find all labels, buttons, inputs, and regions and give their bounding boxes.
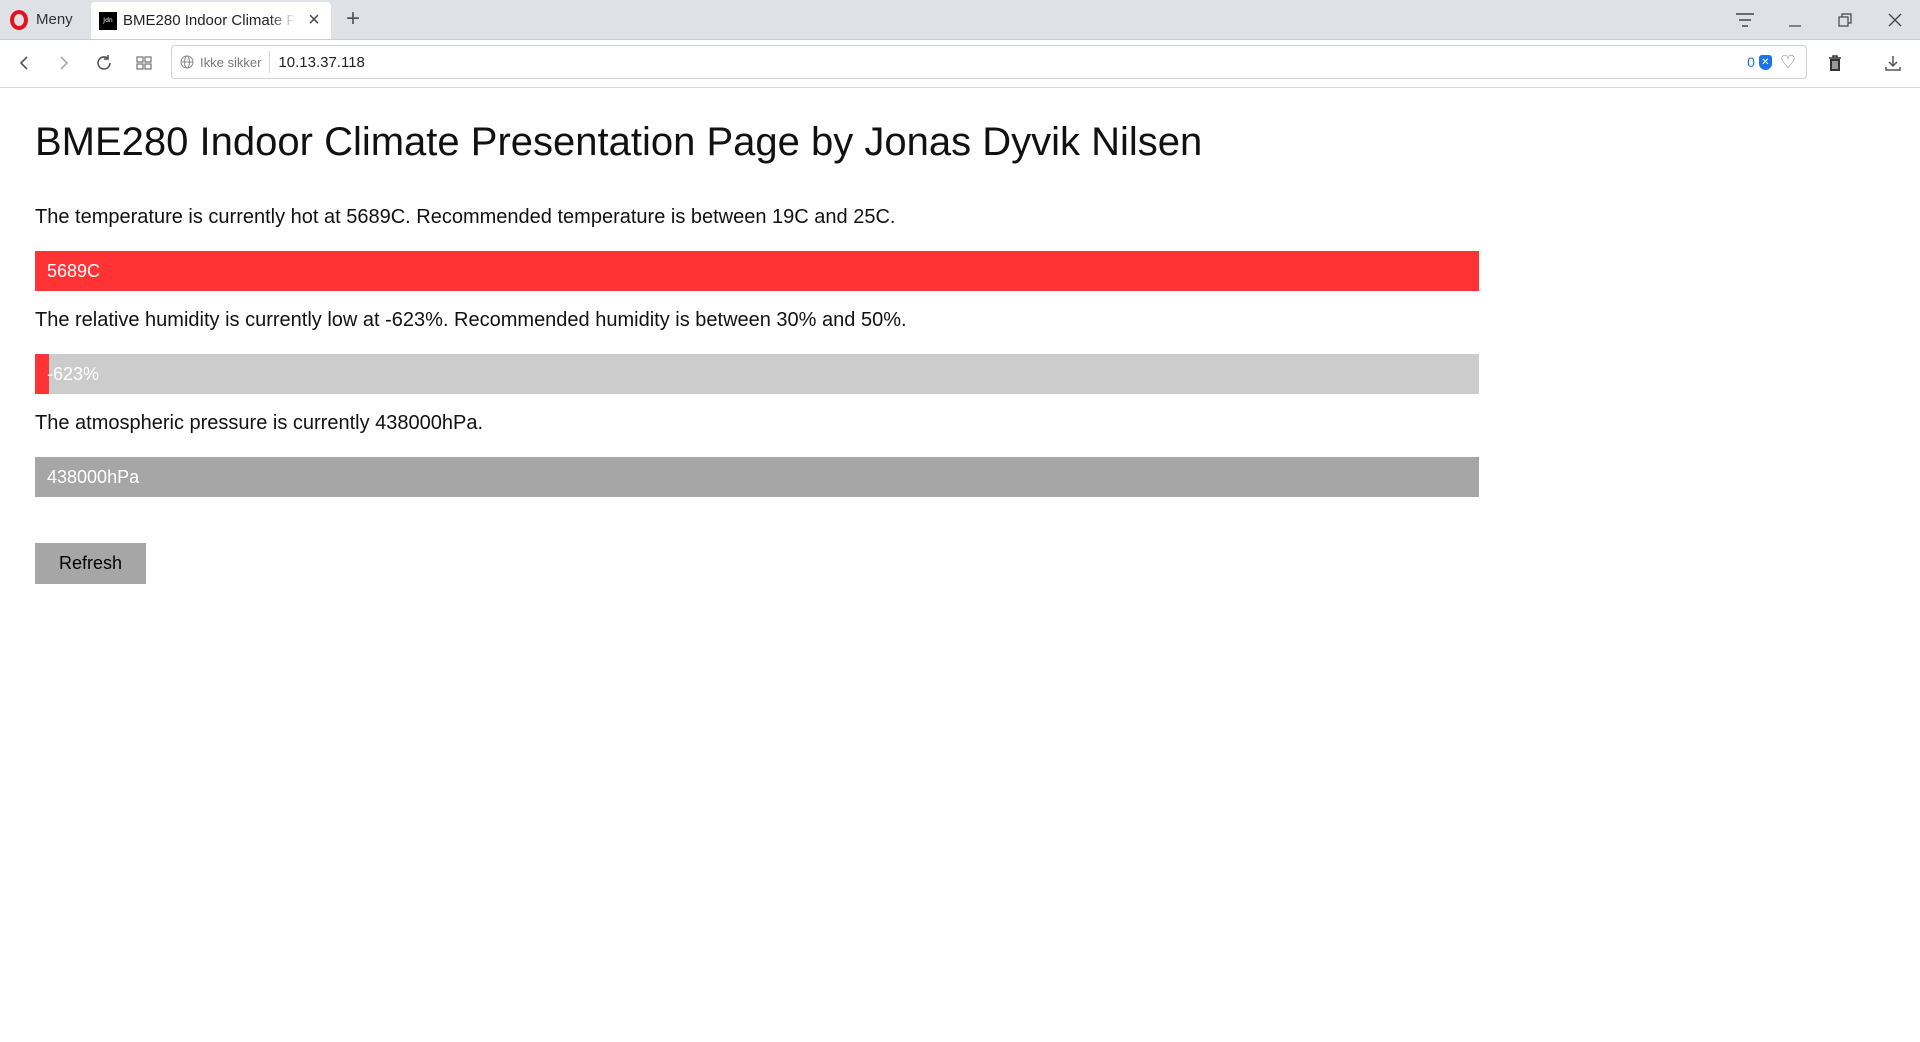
opera-menu-button[interactable]: Meny (0, 0, 90, 39)
tab-active[interactable]: Jdn BME280 Indoor Climate Presentation P… (91, 2, 331, 39)
new-tab-icon[interactable]: + (340, 5, 366, 32)
temperature-bar-fill (35, 251, 1479, 291)
adblock-shield-icon: ✕ (1758, 54, 1772, 70)
menu-label: Meny (36, 11, 73, 28)
pressure-bar: 438000hPa (35, 457, 1479, 497)
humidity-text: The relative humidity is currently low a… (35, 309, 907, 331)
url-text[interactable]: 10.13.37.118 (270, 54, 1747, 71)
blocked-count: 0 (1747, 54, 1755, 70)
bookmark-heart-icon[interactable]: ♡ (1780, 52, 1796, 73)
security-label: Ikke sikker (200, 54, 262, 70)
download-icon[interactable] (1878, 48, 1908, 78)
tab-menu-icon[interactable] (1720, 0, 1770, 39)
tab-close-icon[interactable]: × (305, 9, 323, 31)
tab-title: BME280 Indoor Climate Presentation Page … (123, 12, 295, 29)
favicon-icon: Jdn (99, 11, 117, 30)
refresh-button[interactable]: Refresh (35, 543, 146, 584)
temperature-text: The temperature is currently hot at 5689… (35, 206, 896, 228)
humidity-bar-label: -623% (47, 364, 100, 384)
navigation-bar: Ikke sikker 10.13.37.118 0 ✕ ♡ (0, 40, 1920, 88)
pressure-bar-fill (35, 457, 1479, 497)
back-icon[interactable] (9, 48, 39, 78)
opera-logo-icon (10, 9, 28, 30)
restore-icon[interactable] (1820, 0, 1870, 39)
globe-icon (180, 55, 194, 69)
temperature-bar-label: 5689C (47, 261, 101, 281)
page-title: BME280 Indoor Climate Presentation Page … (35, 120, 1203, 164)
trash-icon[interactable] (1820, 48, 1850, 78)
tab-strip: Meny Jdn BME280 Indoor Climate Presentat… (0, 0, 1920, 40)
forward-icon[interactable] (49, 48, 79, 78)
humidity-bar: -623% (35, 354, 1479, 394)
reload-icon[interactable] (89, 48, 119, 78)
pressure-text: The atmospheric pressure is currently 43… (35, 412, 484, 434)
address-bar[interactable]: Ikke sikker 10.13.37.118 0 ✕ ♡ (171, 45, 1807, 79)
adblock-indicator[interactable]: 0 ✕ (1747, 54, 1772, 70)
pressure-bar-label: 438000hPa (47, 467, 140, 487)
temperature-bar: 5689C (35, 251, 1479, 291)
speed-dial-icon[interactable] (129, 48, 159, 78)
security-indicator[interactable]: Ikke sikker (172, 51, 271, 73)
minimize-icon[interactable] (1770, 0, 1820, 39)
close-window-icon[interactable] (1870, 0, 1920, 39)
